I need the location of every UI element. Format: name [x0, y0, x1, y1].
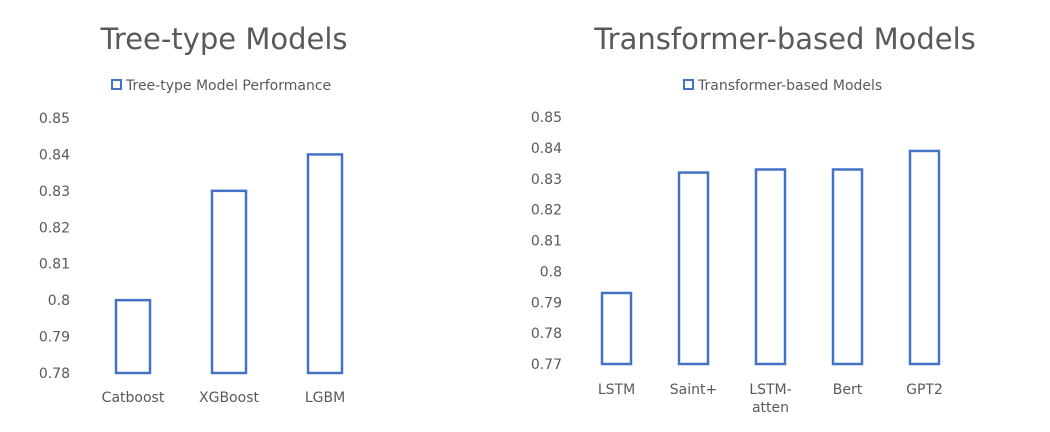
y-tick-label: 0.85 — [39, 111, 70, 127]
transformer-chart: Transformer-based Models Transformer-base… — [531, 22, 976, 416]
x-tick-label: XGBoost — [199, 390, 259, 406]
bar-gpt2 — [908, 149, 941, 366]
chart-canvas: Tree-type Models Tree-type Model Performa… — [0, 0, 1050, 428]
legend-swatch — [683, 79, 694, 90]
y-tick-label: 0.82 — [39, 220, 70, 236]
y-tick-label: 0.83 — [39, 184, 70, 200]
bar-bert — [831, 168, 864, 366]
legend-label: Transformer-based Models — [697, 78, 882, 94]
y-tick-label: 0.81 — [39, 257, 70, 273]
chart-title: Tree-type Models — [99, 22, 347, 56]
bar-lstm-atten — [754, 168, 787, 366]
x-tick-label: GPT2 — [906, 382, 943, 398]
y-tick-label: 0.84 — [531, 141, 562, 157]
y-tick-label: 0.85 — [531, 110, 562, 126]
charts-svg: Tree-type Models Tree-type Model Performa… — [39, 22, 976, 416]
legend: Transformer-based Models — [683, 78, 882, 94]
bar-catboost — [114, 298, 152, 375]
y-tick-label: 0.77 — [531, 357, 562, 373]
y-tick-label: 0.79 — [531, 295, 562, 311]
x-tick-label: LGBM — [305, 390, 345, 406]
y-tick-label: 0.84 — [39, 147, 70, 163]
y-tick-label: 0.8 — [540, 264, 562, 280]
bar-xgboost — [210, 189, 248, 375]
y-tick-label: 0.82 — [531, 203, 562, 219]
y-tick-label: 0.81 — [531, 234, 562, 250]
chart-title: Transformer-based Models — [593, 22, 976, 56]
x-tick-label: atten — [752, 400, 789, 416]
legend-swatch — [111, 79, 122, 90]
x-tick-label: Catboost — [102, 390, 165, 406]
y-tick-label: 0.79 — [39, 330, 70, 346]
x-tick-label: LSTM — [598, 382, 635, 398]
y-tick-label: 0.78 — [39, 366, 70, 382]
y-tick-label: 0.78 — [531, 326, 562, 342]
y-tick-label: 0.83 — [531, 172, 562, 188]
y-tick-label: 0.8 — [48, 293, 70, 309]
legend-label: Tree-type Model Performance — [125, 78, 331, 94]
x-tick-label: Saint+ — [670, 382, 717, 398]
bar-lgbm — [306, 153, 344, 375]
bar-saint- — [677, 171, 710, 366]
x-tick-label: Bert — [833, 382, 863, 398]
x-tick-label: LSTM- — [749, 382, 791, 398]
tree-type-chart: Tree-type Models Tree-type Model Performa… — [39, 22, 348, 406]
bar-lstm — [600, 291, 633, 366]
legend: Tree-type Model Performance — [111, 78, 331, 94]
